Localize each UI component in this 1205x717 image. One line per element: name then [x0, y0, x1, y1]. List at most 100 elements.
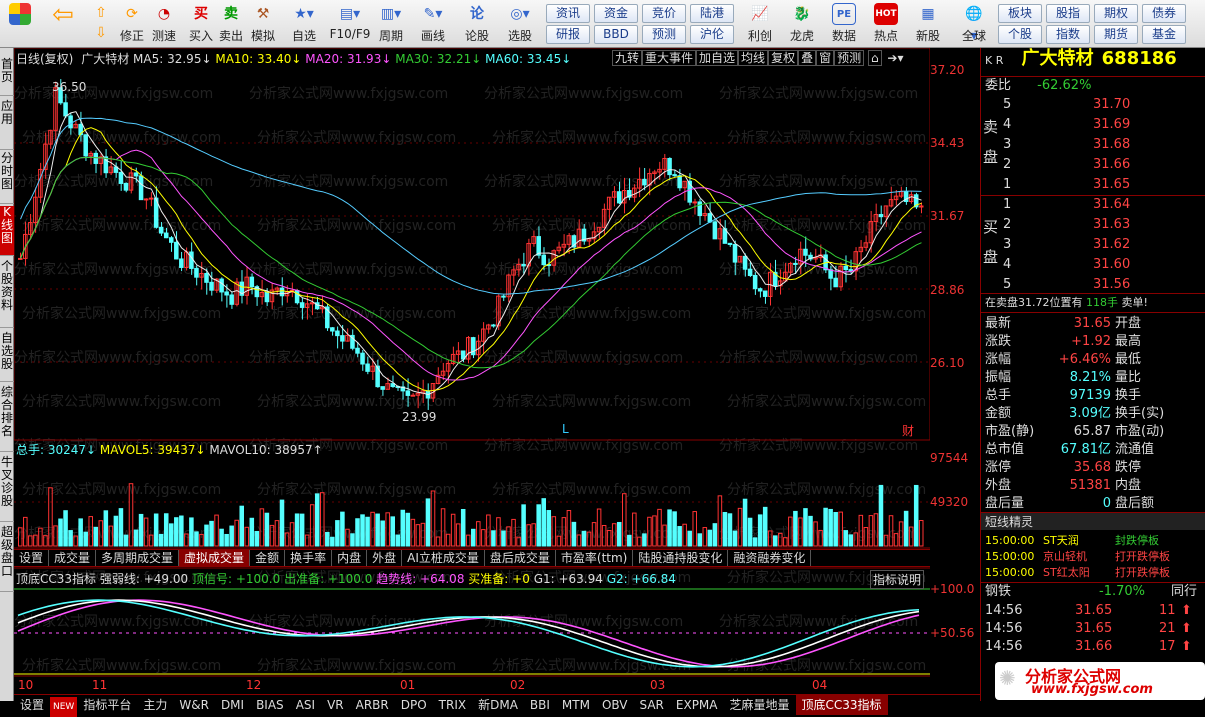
dragon-tiger-button[interactable]: 🐉 龙虎 — [784, 3, 820, 47]
indicator-explain-button[interactable]: 指标说明 — [870, 570, 925, 589]
bottom-tab[interactable]: MTM — [556, 695, 596, 715]
bottom-tab[interactable]: W&R — [173, 695, 215, 715]
simulate-button[interactable]: ⚒ 模拟 — [248, 3, 278, 47]
bottom-tab[interactable]: OBV — [596, 695, 634, 715]
bottom-tab[interactable]: EXPMA — [670, 695, 724, 715]
stocks-button[interactable]: 个股 — [998, 25, 1042, 44]
stock-picker-button[interactable]: ◎▾ 选股 — [500, 3, 540, 47]
toolbar-btn-0[interactable]: ⟳ 修正 — [116, 3, 148, 47]
profit-button[interactable]: 📈 利创 — [742, 3, 778, 47]
bottom-tab[interactable]: SAR — [634, 695, 670, 715]
back-arrow-icon[interactable]: ⇦ — [48, 2, 78, 47]
indicator-tabs: 设置 NEW 指标平台 主力 W&R DMI BIAS ASI VR ARBR DPO TRIX 新DM… — [14, 694, 980, 717]
ma-button[interactable]: 均线 — [738, 50, 769, 66]
bottom-tab[interactable]: 芝麻量地量 — [724, 695, 796, 715]
futures-button[interactable]: 期货 — [1094, 25, 1138, 44]
buy-price: 31.62 — [1093, 237, 1131, 252]
add-watch-button[interactable]: 加自选 — [696, 50, 739, 66]
kline-chart-area[interactable]: 分析家公式网www.fxjgsw.com 分析家公式网www.fxjgsw.com… — [14, 48, 930, 692]
bottom-tab[interactable]: VR — [321, 695, 350, 715]
major-events-button[interactable]: 重大事件 — [642, 50, 697, 66]
bottom-tab[interactable]: BBI — [524, 695, 556, 715]
subtab[interactable]: 市盈率(ttm) — [556, 550, 634, 566]
watermark-text: 分析家公式网www.fxjgsw.com — [249, 349, 448, 366]
sell-button[interactable]: 卖卖出 — [216, 3, 246, 47]
shanghai-london-button[interactable]: 沪伦 — [690, 25, 734, 44]
bottom-tab[interactable]: 主力 — [137, 695, 173, 715]
bottom-tab[interactable]: 新DMA — [472, 695, 524, 715]
data-button[interactable]: PE 数据 — [826, 3, 862, 47]
auction-button[interactable]: 竞价 — [642, 4, 686, 23]
nav-home[interactable]: 首页 — [0, 58, 14, 96]
bottom-tab[interactable]: DPO — [395, 695, 433, 715]
bottom-tab[interactable]: DMI — [215, 695, 250, 715]
subtab[interactable]: 成交量 — [49, 550, 97, 566]
f10-button[interactable]: ▤▾ F10/F9 — [326, 3, 374, 47]
bottom-tab[interactable]: ASI — [290, 695, 321, 715]
global-button[interactable]: 🌐▾ 全球 — [954, 3, 994, 47]
subtab[interactable]: 陆股通持股变化 — [633, 550, 729, 566]
research-button[interactable]: 研报 — [546, 25, 590, 44]
forecast-chart-button[interactable]: 预测 — [834, 50, 865, 66]
overlay-button[interactable]: 叠 — [798, 50, 817, 66]
subtab[interactable]: 换手率 — [285, 550, 333, 566]
nav-super-panel[interactable]: 超级盘口 — [0, 526, 14, 592]
index-button[interactable]: 指数 — [1046, 25, 1090, 44]
subtab[interactable]: 融资融券变化 — [728, 550, 812, 566]
subtab[interactable]: 多周期成交量 — [96, 550, 180, 566]
bbd-button[interactable]: BBD — [594, 25, 638, 44]
subtab[interactable]: 外盘 — [367, 550, 403, 566]
fund-button[interactable]: 资金 — [594, 4, 638, 23]
sector-row[interactable]: 钢铁 -1.70% 同行 — [981, 582, 1205, 600]
nav-watchlist[interactable]: 自选股 — [0, 332, 14, 382]
bottom-tab-selected[interactable]: 顶底CC33指标 — [795, 695, 888, 715]
subtab[interactable]: 金额 — [250, 550, 286, 566]
nav-apps[interactable]: 应用 — [0, 100, 14, 150]
up-down-arrows-icon[interactable]: ⇧ ⇩ — [86, 3, 116, 47]
subtab[interactable]: 内盘 — [332, 550, 368, 566]
subtab[interactable]: AI立桩成交量 — [402, 550, 485, 566]
stock-index-button[interactable]: 股指 — [1046, 4, 1090, 23]
bonds-button[interactable]: 债券 — [1142, 4, 1186, 23]
subtab[interactable]: 设置 — [14, 550, 50, 566]
period-button[interactable]: ▥▾ 周期 — [372, 3, 410, 47]
news-title[interactable]: 短线精灵 — [981, 512, 1205, 530]
news-button[interactable]: 资讯 — [546, 4, 590, 23]
nav-timeshare[interactable]: 分时图 — [0, 152, 14, 204]
nav-ranking[interactable]: 综合排名 — [0, 386, 14, 452]
bottom-tab[interactable]: 设置 — [14, 695, 50, 715]
bottom-tab[interactable]: BIAS — [250, 695, 290, 715]
funds-button[interactable]: 基金 — [1142, 25, 1186, 44]
bottom-tab[interactable]: TRIX — [433, 695, 472, 715]
ma20-label: MA20: 31.93↓ — [305, 52, 392, 66]
forecast-button[interactable]: 预测 — [642, 25, 686, 44]
period-label[interactable]: 日线(复权) — [16, 52, 73, 66]
new-stock-button[interactable]: ▦ 新股 — [910, 3, 946, 47]
buy-button[interactable]: 买买入 — [186, 3, 216, 47]
subtab[interactable]: 盘后成交量 — [485, 550, 556, 566]
hot-button[interactable]: HOT 热点 — [868, 3, 904, 47]
shape-icon[interactable]: ⌂ — [867, 50, 882, 66]
bottom-tab[interactable]: 指标平台 — [77, 695, 137, 715]
home-icon[interactable] — [4, 3, 36, 47]
peer-tab[interactable]: 同行 — [1171, 583, 1197, 601]
buy-side-label: 买盘 — [983, 218, 999, 266]
nine-turn-button[interactable]: 九转 — [612, 50, 643, 66]
options-button[interactable]: 期权 — [1094, 4, 1138, 23]
watchlist-button[interactable]: ★▾ 自选 — [284, 3, 324, 47]
subtab-selected[interactable]: 虚拟成交量 — [179, 550, 251, 566]
discuss-button[interactable]: 论论股 — [460, 3, 494, 47]
adjust-button[interactable]: 复权 — [768, 50, 799, 66]
toolbar-btn-1[interactable]: ◔ 测速 — [148, 3, 180, 47]
arrow-icon[interactable]: ➔▾ — [885, 51, 905, 65]
bottom-tab[interactable]: ARBR — [350, 695, 395, 715]
sector-button[interactable]: 板块 — [998, 4, 1042, 23]
nav-diagnosis[interactable]: 牛叉诊股 — [0, 456, 14, 522]
hk-connect-button[interactable]: 陆港 — [690, 4, 734, 23]
nav-kline[interactable]: K线图 — [0, 206, 14, 256]
finance-marker[interactable]: 财 — [902, 422, 914, 439]
watermark-text: 分析家公式网www.fxjgsw.com — [249, 173, 448, 190]
draw-line-button[interactable]: ✎▾ 画线 — [414, 3, 452, 47]
nav-profile[interactable]: 个股资料 — [0, 260, 14, 328]
window-button[interactable]: 窗 — [816, 50, 835, 66]
